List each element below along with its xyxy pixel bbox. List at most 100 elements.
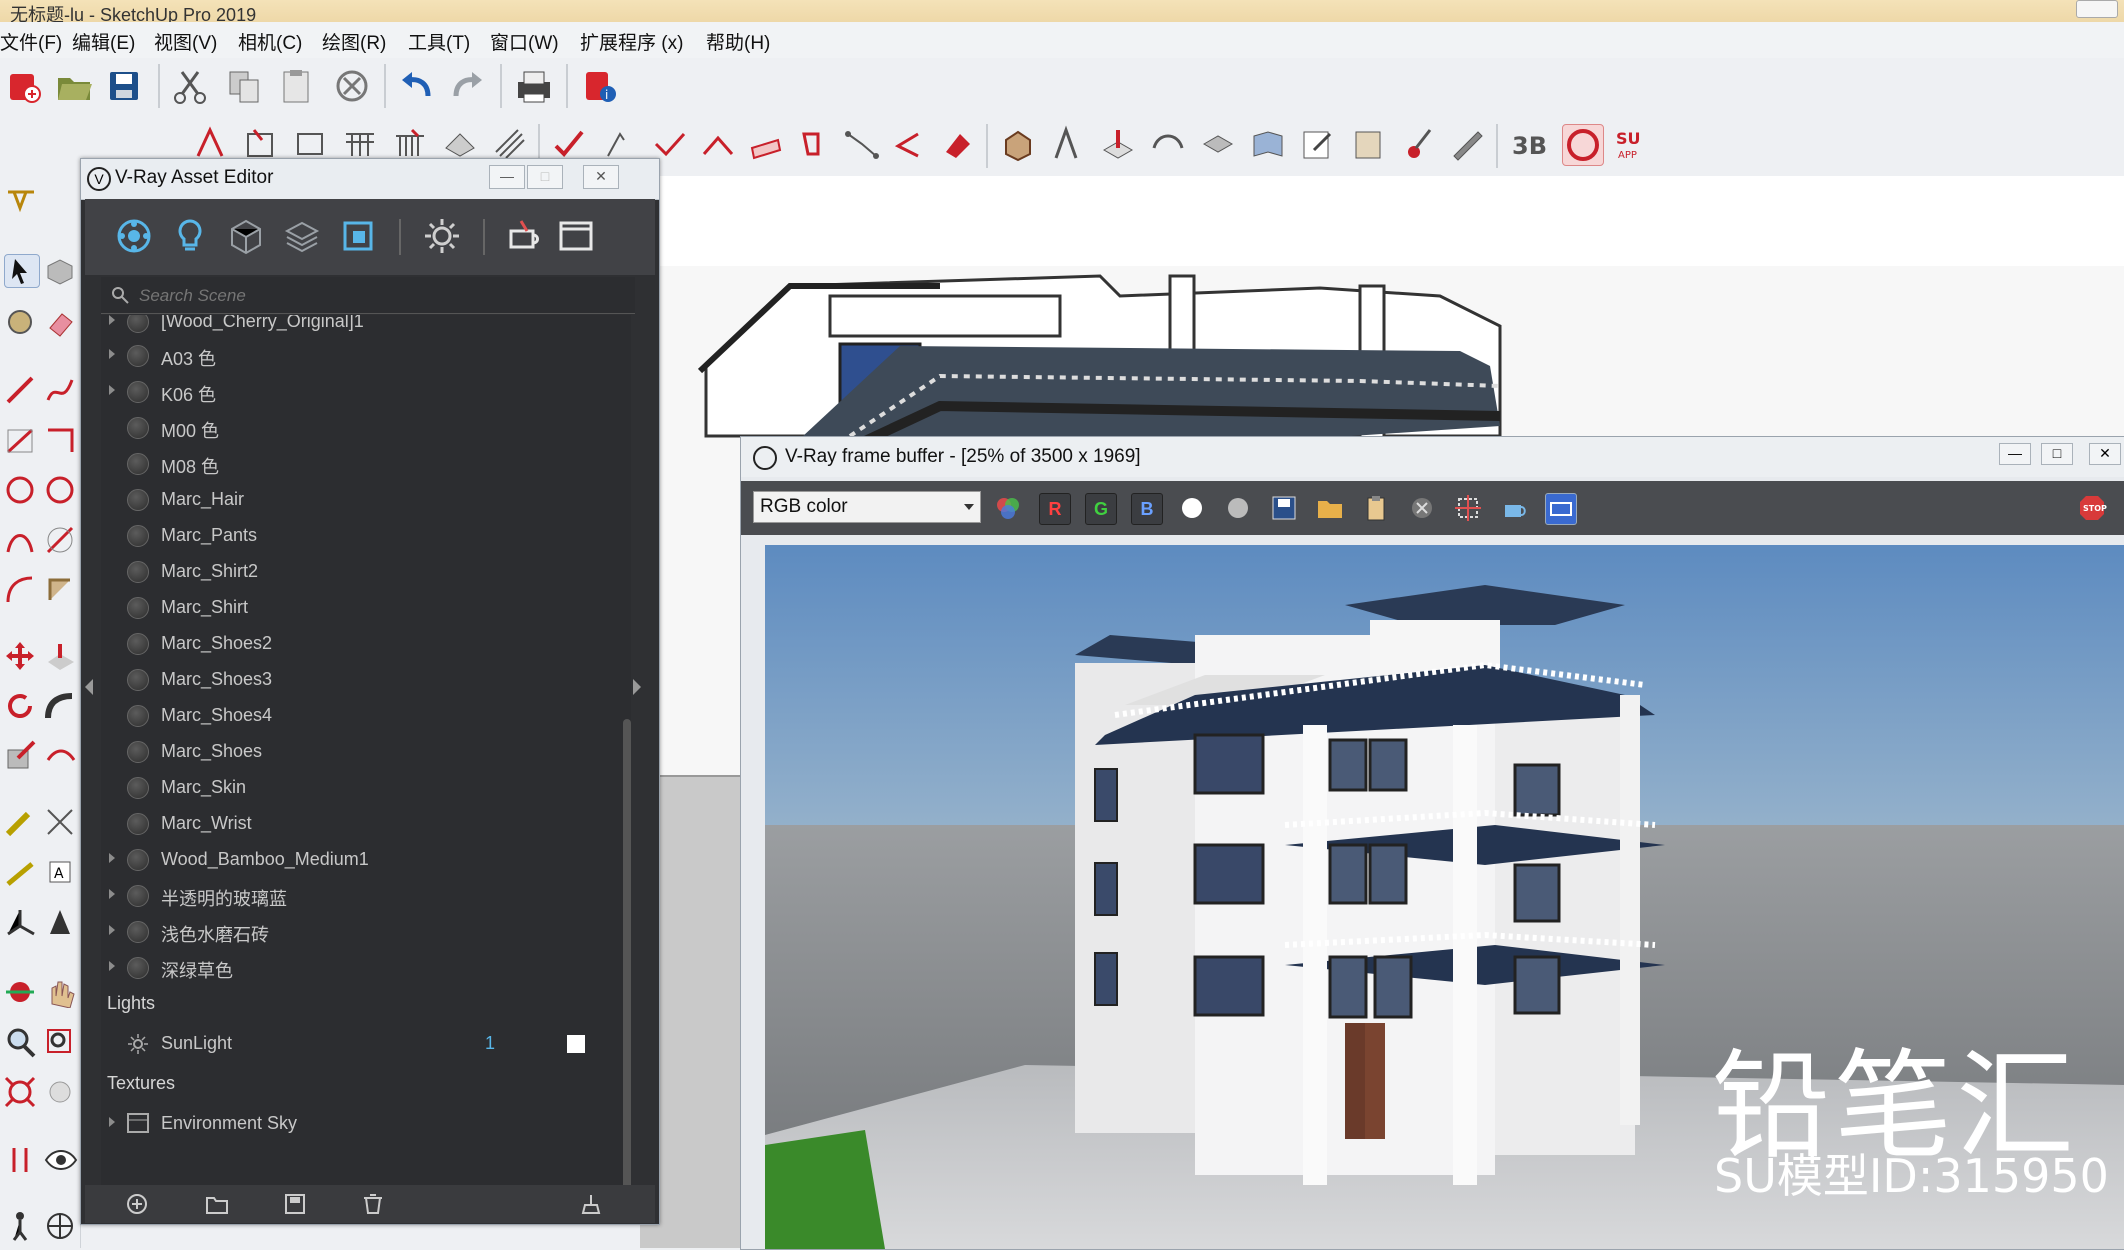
pan-hand-icon[interactable] (44, 976, 78, 1009)
su-bend-icon[interactable] (1148, 124, 1188, 164)
list-item[interactable]: Marc_Wrist (101, 805, 631, 841)
list-item[interactable]: Marc_Shirt2 (101, 553, 631, 589)
follow-me-icon[interactable] (44, 690, 78, 722)
zoom-icon[interactable] (4, 1026, 38, 1058)
alpha-white-icon[interactable] (1177, 493, 1207, 523)
delete-trash-icon[interactable] (361, 1193, 385, 1215)
open-folder-icon[interactable] (205, 1193, 229, 1215)
search-input[interactable] (137, 281, 621, 311)
save-icon[interactable] (283, 1193, 307, 1215)
su-red-plugin-icon[interactable] (1562, 124, 1604, 166)
look-around-eye-icon[interactable] (44, 1144, 78, 1176)
list-item[interactable]: Wood_Bamboo_Medium1 (101, 841, 631, 877)
red-channel-button[interactable]: R (1039, 493, 1071, 525)
materials-tab-icon[interactable] (111, 213, 157, 259)
region-render-icon[interactable] (1453, 493, 1483, 523)
frame-buffer-titlebar[interactable]: V-Ray frame buffer - [25% of 3500 x 1969… (741, 437, 2124, 477)
lights-tab-icon[interactable] (167, 213, 213, 259)
su-wood-icon[interactable] (1348, 124, 1388, 164)
save-image-icon[interactable] (1269, 493, 1299, 523)
purge-icon[interactable] (579, 1193, 603, 1215)
su-pin-icon[interactable] (1398, 124, 1438, 164)
window-close-button[interactable] (2076, 0, 2118, 18)
copy-icon[interactable] (224, 66, 264, 106)
new-file-icon[interactable] (4, 66, 44, 106)
print-icon[interactable] (514, 66, 554, 106)
render-teapot-icon[interactable] (501, 213, 547, 259)
axes-icon[interactable] (4, 906, 38, 938)
blue-channel-button[interactable]: B (1131, 493, 1163, 525)
menu-window[interactable]: 窗口(W) (490, 28, 559, 55)
rotated-rectangle-icon[interactable] (44, 424, 78, 456)
redo-icon[interactable] (448, 66, 488, 106)
list-item[interactable]: [Wood_Cherry_Original]1 (101, 315, 631, 339)
vray-export-icon[interactable] (938, 124, 978, 164)
cut-icon[interactable] (170, 66, 210, 106)
scrollbar[interactable] (623, 719, 631, 1219)
tape-measure-icon[interactable] (4, 806, 38, 838)
protractor-icon[interactable] (4, 856, 38, 888)
minimize-button[interactable]: — (1999, 443, 2031, 465)
color-mode-icon[interactable] (993, 493, 1023, 523)
list-item[interactable]: A03 色 (101, 337, 631, 373)
expand-right-icon[interactable] (633, 679, 641, 695)
zoom-window-icon[interactable] (44, 1026, 78, 1058)
geometry-tab-icon[interactable] (223, 213, 269, 259)
menu-view[interactable]: 视图(V) (154, 28, 217, 55)
list-item[interactable]: 深绿草色 (101, 949, 631, 985)
list-item[interactable]: Marc_Shoes (101, 733, 631, 769)
history-icon[interactable] (1545, 493, 1577, 525)
su-3b-icon[interactable]: 3B (1510, 124, 1550, 164)
list-item[interactable]: Marc_Shoes4 (101, 697, 631, 733)
circle-icon[interactable] (4, 474, 38, 506)
undo-icon[interactable] (396, 66, 436, 106)
push-pull-icon[interactable] (44, 640, 78, 672)
menu-camera[interactable]: 相机(C) (238, 28, 302, 55)
list-item[interactable]: Marc_Shirt (101, 589, 631, 625)
green-channel-button[interactable]: G (1085, 493, 1117, 525)
add-asset-icon[interactable] (125, 1193, 149, 1215)
list-item[interactable]: Marc_Skin (101, 769, 631, 805)
su-book-icon[interactable] (1248, 124, 1288, 164)
su-app-icon[interactable]: SU APP (1612, 124, 1652, 164)
maximize-button[interactable]: □ (527, 165, 563, 189)
collapse-left-icon[interactable] (85, 679, 93, 695)
dimension-icon[interactable] (44, 806, 78, 838)
list-item[interactable]: K06 色 (101, 373, 631, 409)
pie-icon[interactable] (44, 574, 78, 606)
arc-icon[interactable] (4, 524, 38, 556)
offset-icon[interactable] (44, 740, 78, 772)
paste-icon[interactable] (276, 66, 316, 106)
position-camera-icon[interactable] (4, 1144, 38, 1176)
asset-editor-titlebar[interactable]: V V-Ray Asset Editor — □ ✕ (81, 159, 659, 200)
settings-gear-icon[interactable] (419, 213, 465, 259)
3d-text-icon[interactable] (44, 906, 78, 938)
su-stack-icon[interactable] (1198, 124, 1238, 164)
orbit-icon[interactable] (4, 976, 38, 1008)
list-item[interactable]: Marc_Hair (101, 481, 631, 517)
menu-tools[interactable]: 工具(T) (408, 28, 470, 55)
su-pushpull-icon[interactable] (1098, 124, 1138, 164)
menu-edit[interactable]: 编辑(E) (72, 28, 135, 55)
clear-image-icon[interactable] (1407, 493, 1437, 523)
component-icon[interactable] (44, 254, 78, 286)
two-point-arc-icon[interactable] (44, 524, 78, 556)
load-image-folder-icon[interactable] (1315, 493, 1345, 523)
rectangle-icon[interactable] (4, 424, 38, 456)
menu-draw[interactable]: 绘图(R) (322, 28, 386, 55)
freehand-icon[interactable] (44, 374, 78, 406)
vray-dome-icon[interactable] (890, 124, 930, 164)
list-item[interactable]: Marc_Pants (101, 517, 631, 553)
close-button[interactable]: ✕ (583, 165, 619, 189)
list-item[interactable]: M00 色 (101, 409, 631, 445)
zoom-extents-icon[interactable] (4, 1076, 38, 1108)
drawing-axes-icon[interactable] (4, 184, 38, 216)
walk-icon[interactable] (4, 1210, 38, 1242)
textures-tab-icon[interactable] (335, 213, 381, 259)
clipboard-icon[interactable] (1361, 493, 1391, 523)
su-box-icon[interactable] (998, 124, 1038, 164)
render-elements-tab-icon[interactable] (279, 213, 325, 259)
su-tool-icon[interactable] (1048, 124, 1088, 164)
erase-delete-icon[interactable] (332, 66, 372, 106)
list-item[interactable]: Marc_Shoes3 (101, 661, 631, 697)
